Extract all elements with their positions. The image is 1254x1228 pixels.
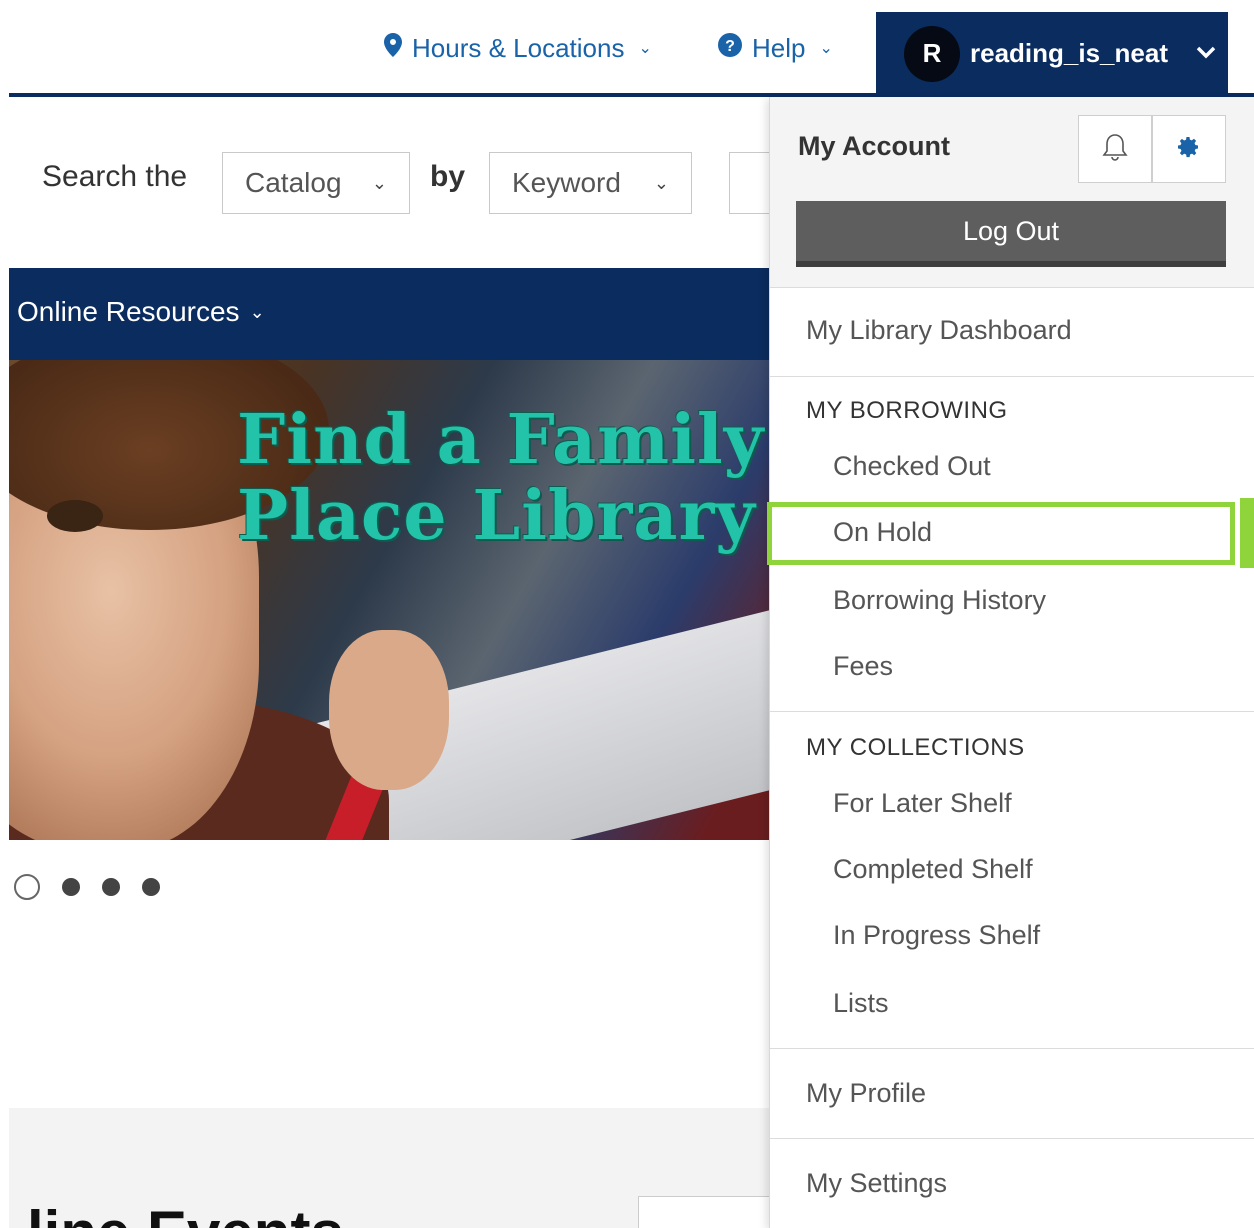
carousel-dot[interactable] xyxy=(142,878,160,896)
chevron-down-icon: ⌄ xyxy=(819,40,833,57)
divider xyxy=(770,287,1254,288)
hero-image-hand xyxy=(329,630,449,790)
help-label: Help xyxy=(752,32,806,63)
hours-locations-link[interactable]: Hours & Locations ⌄ xyxy=(384,30,652,66)
chevron-down-icon: ⌄ xyxy=(371,172,387,193)
svg-text:?: ? xyxy=(725,38,735,55)
hero-image-eye xyxy=(47,500,103,532)
menu-item-checked-out[interactable]: Checked Out xyxy=(833,451,991,482)
utility-bar: Hours & Locations ⌄ ? Help ⌄ R reading_i… xyxy=(0,0,1254,97)
menu-item-fees[interactable]: Fees xyxy=(833,651,893,682)
menu-item-completed-shelf[interactable]: Completed Shelf xyxy=(833,854,1033,885)
search-field-value: Keyword xyxy=(512,167,621,198)
nav-item-label: Online Resources xyxy=(17,296,240,327)
section-heading-borrowing: MY BORROWING xyxy=(806,397,1008,424)
search-scope-value: Catalog xyxy=(245,167,342,198)
hero-title-line1: Find a Family xyxy=(237,400,765,480)
events-filter-box[interactable] xyxy=(638,1196,788,1228)
username-label: reading_is_neat xyxy=(970,38,1168,68)
settings-button[interactable] xyxy=(1152,115,1226,183)
bell-icon xyxy=(1102,132,1128,167)
search-field-select[interactable]: Keyword ⌄ xyxy=(489,152,692,214)
menu-item-borrowing-history[interactable]: Borrowing History xyxy=(833,585,1046,616)
hero-title-line2: Place Library xyxy=(237,476,756,556)
menu-item-dashboard[interactable]: My Library Dashboard xyxy=(806,315,1072,346)
hero-title: Find a Family Place Library xyxy=(237,402,764,554)
divider xyxy=(770,1138,1254,1139)
search-by-label: by xyxy=(430,160,466,193)
hero-banner[interactable]: Find a Family Place Library xyxy=(9,360,809,840)
hours-locations-label: Hours & Locations xyxy=(412,32,625,63)
menu-item-lists[interactable]: Lists xyxy=(833,988,889,1019)
search-scope-select[interactable]: Catalog ⌄ xyxy=(222,152,410,214)
question-circle-icon: ? xyxy=(718,32,742,64)
map-pin-icon xyxy=(384,32,402,64)
section-heading-collections: MY COLLECTIONS xyxy=(806,734,1025,761)
divider xyxy=(770,1048,1254,1049)
carousel-dots xyxy=(14,874,160,900)
avatar: R xyxy=(904,25,960,82)
log-out-button[interactable]: Log Out xyxy=(796,201,1226,267)
carousel-dot[interactable] xyxy=(62,878,80,896)
search-label: Search the xyxy=(42,160,188,193)
chevron-down-icon: ⌄ xyxy=(249,301,265,322)
highlight-box xyxy=(767,502,1235,565)
menu-item-my-profile[interactable]: My Profile xyxy=(806,1078,926,1109)
carousel-dot[interactable] xyxy=(14,874,40,900)
events-heading: line Events xyxy=(27,1198,344,1228)
divider xyxy=(770,711,1254,712)
menu-item-in-progress-shelf[interactable]: In Progress Shelf xyxy=(833,920,1040,951)
notifications-button[interactable] xyxy=(1078,115,1152,183)
chevron-down-icon xyxy=(1196,42,1216,65)
chevron-down-icon: ⌄ xyxy=(653,172,669,193)
gear-icon xyxy=(1177,135,1201,164)
account-dropdown: My Account Log Out My Library Dashboard … xyxy=(769,97,1254,1228)
help-link[interactable]: ? Help ⌄ xyxy=(718,30,833,66)
account-menu-title: My Account xyxy=(798,131,951,161)
divider xyxy=(770,376,1254,377)
user-account-button[interactable]: R reading_is_neat xyxy=(876,12,1228,95)
chevron-down-icon: ⌄ xyxy=(638,40,652,57)
menu-item-for-later-shelf[interactable]: For Later Shelf xyxy=(833,788,1012,819)
carousel-dot[interactable] xyxy=(102,878,120,896)
highlight-edge xyxy=(1240,498,1254,568)
account-dropdown-header: My Account Log Out xyxy=(770,97,1254,287)
menu-item-my-settings[interactable]: My Settings xyxy=(806,1168,947,1199)
nav-item-online-resources[interactable]: Online Resources ⌄ xyxy=(17,296,265,328)
